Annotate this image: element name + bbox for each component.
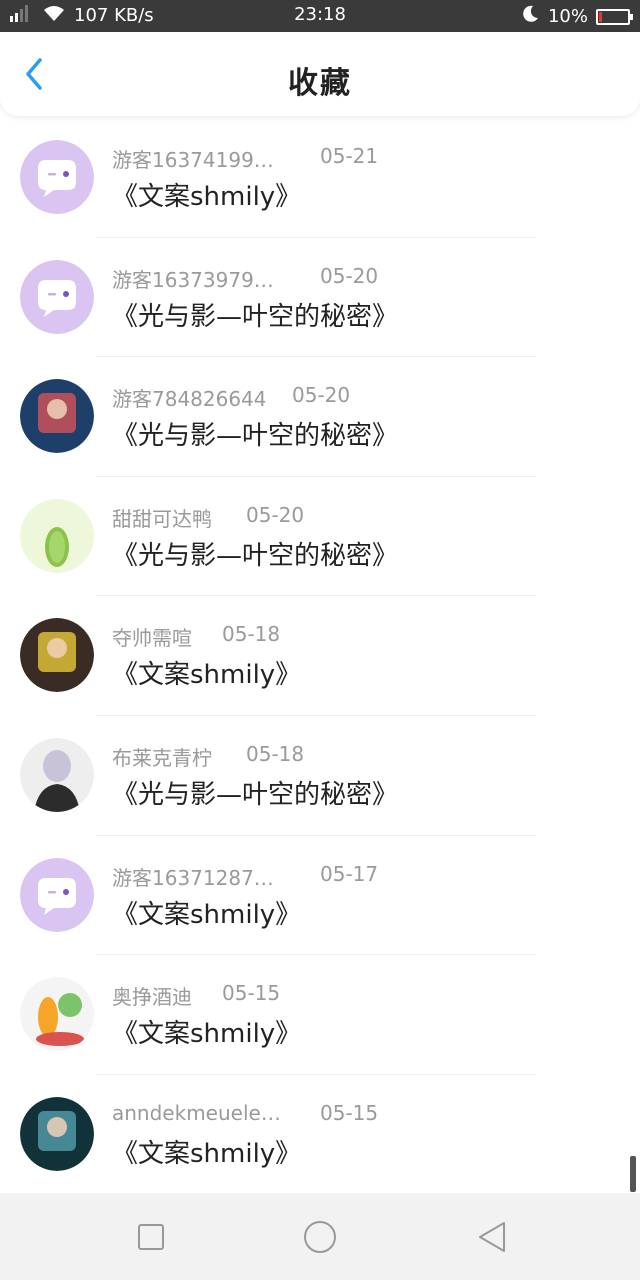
guest-avatar-icon[interactable] [20, 259, 94, 334]
triangle-back-icon [479, 1222, 505, 1252]
item-date: 05-18 [246, 741, 305, 766]
item-date: 05-21 [320, 144, 379, 168]
favorite-item[interactable]: 游客16371287… 05-17 《文案shmily》 [0, 836, 640, 956]
item-meta: 游客784826644 05-20 [112, 383, 472, 413]
user-avatar[interactable] [20, 618, 94, 693]
circle-icon [304, 1221, 336, 1253]
article-title[interactable]: 《文案shmily》 [112, 654, 301, 691]
item-date: 05-20 [320, 263, 379, 288]
item-date: 05-20 [246, 502, 305, 527]
status-right: 10% [520, 4, 633, 29]
item-meta: 游客16373979… 05-20 [112, 264, 472, 294]
navigation-bar [0, 1193, 640, 1280]
system-back-button[interactable] [472, 1217, 512, 1257]
user-name: 甜甜可达鸭 [112, 506, 212, 531]
item-meta: 布莱克青柠 05-18 [112, 742, 472, 772]
article-title[interactable]: 《文案shmily》 [112, 1133, 301, 1170]
article-title[interactable]: 《文案shmily》 [112, 894, 301, 931]
header: 收藏 [0, 32, 640, 116]
guest-avatar-icon[interactable] [20, 857, 94, 932]
item-date: 05-15 [320, 1100, 379, 1125]
user-avatar[interactable] [20, 498, 94, 573]
favorite-item[interactable]: 甜甜可达鸭 05-20 《光与影—叶空的秘密》 [0, 477, 640, 597]
item-date: 05-20 [292, 383, 351, 408]
user-name: 奥挣酒迪 [112, 985, 192, 1010]
item-date: 05-17 [320, 861, 379, 886]
user-name: anndekmeuele… [112, 1100, 281, 1125]
moon-icon [520, 4, 540, 29]
page-title: 收藏 [288, 66, 352, 101]
recent-apps-button[interactable] [131, 1217, 171, 1257]
favorite-item[interactable]: 夺帅需喧 05-18 《文案shmily》 [0, 596, 640, 716]
user-avatar[interactable] [20, 977, 94, 1052]
user-avatar[interactable] [20, 1096, 94, 1171]
favorite-item[interactable]: 游客16373979… 05-20 《光与影—叶空的秘密》 [0, 238, 640, 358]
status-bar: 107 KB/s 23:18 10% [0, 0, 640, 32]
user-name: 游客16371287… [112, 865, 274, 890]
user-name: 夺帅需喧 [112, 626, 192, 651]
user-name: 游客16373979… [112, 267, 274, 292]
battery-icon [596, 8, 633, 25]
article-title[interactable]: 《文案shmily》 [112, 1013, 301, 1050]
guest-avatar-icon[interactable] [20, 140, 94, 214]
item-date: 05-18 [222, 622, 281, 647]
favorites-list: 游客16374199… 05-21 《文案shmily》 游客16373979… 05-… [0, 118, 640, 1195]
article-title[interactable]: 《文案shmily》 [112, 176, 301, 213]
item-meta: anndekmeuele… 05-15 [112, 1101, 472, 1131]
user-name: 游客784826644 [112, 387, 267, 412]
item-date: 05-15 [222, 981, 281, 1006]
square-icon [138, 1224, 164, 1250]
favorite-item[interactable]: anndekmeuele… 05-15 《文案shmily》 [0, 1075, 640, 1195]
battery-level [599, 11, 602, 22]
favorite-item[interactable]: 奥挣酒迪 05-15 《文案shmily》 [0, 955, 640, 1075]
favorite-item[interactable]: 游客784826644 05-20 《光与影—叶空的秘密》 [0, 357, 640, 477]
article-title[interactable]: 《光与影—叶空的秘密》 [112, 415, 398, 452]
scrollbar[interactable] [630, 1156, 636, 1192]
user-avatar[interactable] [20, 737, 94, 812]
favorite-item[interactable]: 布莱克青柠 05-18 《光与影—叶空的秘密》 [0, 716, 640, 836]
article-title[interactable]: 《光与影—叶空的秘密》 [112, 774, 398, 811]
home-button[interactable] [300, 1217, 340, 1257]
battery-percent: 10% [547, 6, 588, 27]
article-title[interactable]: 《光与影—叶空的秘密》 [112, 535, 398, 572]
item-meta: 夺帅需喧 05-18 [112, 622, 472, 652]
user-name: 游客16374199… [112, 148, 274, 172]
favorite-item[interactable]: 游客16374199… 05-21 《文案shmily》 [0, 118, 640, 238]
item-meta: 甜甜可达鸭 05-20 [112, 503, 472, 533]
item-meta: 奥挣酒迪 05-15 [112, 981, 472, 1011]
user-name: 布莱克青柠 [112, 745, 212, 770]
article-title[interactable]: 《光与影—叶空的秘密》 [112, 296, 398, 333]
user-avatar[interactable] [20, 379, 94, 454]
item-meta: 游客16374199… 05-21 [112, 144, 472, 174]
item-meta: 游客16371287… 05-17 [112, 862, 472, 892]
